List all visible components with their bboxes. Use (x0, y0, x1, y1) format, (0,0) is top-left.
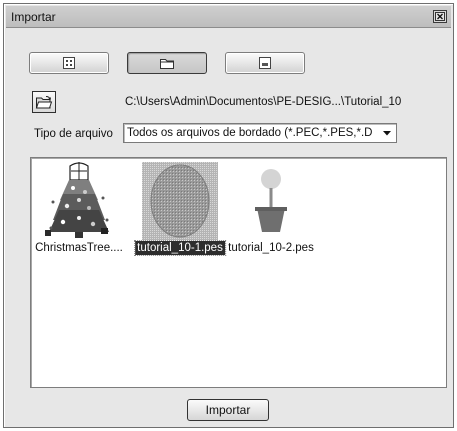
folder-view-icon (160, 58, 174, 69)
file-type-label: Tipo de arquivo (34, 128, 113, 140)
list-view-button[interactable] (29, 52, 109, 74)
file-name: tutorial_10-1.pes (134, 240, 226, 256)
file-list[interactable]: ChristmasTree.... tutorial_10-1.pes tuto… (30, 157, 447, 388)
list-view-icon (63, 57, 75, 69)
dialog-title: Importar (11, 10, 56, 24)
open-folder-icon (35, 95, 53, 108)
file-name: ChristmasTree.... (35, 242, 123, 254)
import-dialog: Importar C:\Users\Admin\Documentos\PE-DE… (3, 3, 454, 428)
christmas-tree-thumbnail (45, 162, 109, 238)
file-type-value: Todos os arquivos de bordado (*.PEC,*.PE… (127, 127, 373, 139)
close-icon (435, 12, 445, 21)
folder-path: C:\Users\Admin\Documentos\PE-DESIG...\Tu… (125, 96, 402, 108)
file-name: tutorial_10-2.pes (228, 242, 314, 254)
close-button[interactable] (433, 10, 447, 23)
preview-view-button[interactable] (225, 52, 305, 74)
file-type-dropdown[interactable]: Todos os arquivos de bordado (*.PEC,*.PE… (123, 123, 397, 143)
import-button[interactable]: Importar (187, 399, 269, 421)
preview-icon (259, 57, 271, 69)
gray-oval-thumbnail (142, 162, 218, 240)
potted-tree-thumbnail (255, 169, 287, 232)
chevron-down-icon[interactable] (381, 128, 393, 138)
title-bar[interactable]: Importar (6, 6, 451, 28)
folder-view-button[interactable] (127, 52, 207, 74)
browse-folder-button[interactable] (32, 91, 56, 113)
